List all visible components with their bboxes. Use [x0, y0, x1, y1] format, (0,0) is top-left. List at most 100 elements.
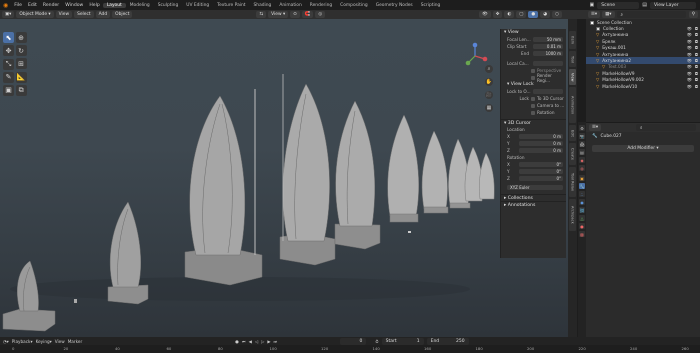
- camera-to-view-checkbox[interactable]: [531, 103, 535, 108]
- cursor-rot-y-field[interactable]: 0°: [519, 168, 563, 175]
- play-reverse-icon[interactable]: ◁: [255, 339, 258, 344]
- render-camera-icon[interactable]: ◘: [695, 32, 698, 37]
- tab-create[interactable]: Create: [569, 143, 576, 165]
- transform-orientation-icon[interactable]: ⇆: [256, 11, 267, 18]
- menu-help[interactable]: Help: [86, 3, 102, 8]
- step-back-icon[interactable]: ◀: [249, 339, 252, 344]
- 3d-cursor-header[interactable]: ▾ 3D Cursor: [501, 119, 566, 126]
- outliner-search-input[interactable]: ⌕: [616, 11, 686, 18]
- menu-file[interactable]: File: [11, 3, 25, 8]
- move-tool-icon[interactable]: ✥: [3, 45, 14, 56]
- extra-tool-icon[interactable]: ⧉: [15, 85, 27, 96]
- menu-keying[interactable]: Keying▾: [36, 339, 52, 344]
- eye-icon[interactable]: 👁: [687, 71, 692, 76]
- cursor-rot-z-field[interactable]: 0°: [519, 175, 563, 182]
- menu-view[interactable]: View: [55, 11, 73, 18]
- lock-cursor-checkbox[interactable]: [531, 96, 535, 101]
- render-camera-icon[interactable]: ◘: [695, 45, 698, 50]
- annotate-tool-icon[interactable]: ✎: [3, 71, 14, 83]
- step-forward-icon[interactable]: ▶: [267, 339, 270, 344]
- rotate-tool-icon[interactable]: ↻: [15, 45, 27, 56]
- zoom-icon[interactable]: ⌕: [485, 65, 493, 73]
- start-frame-field[interactable]: Start 1: [381, 337, 424, 345]
- stopwatch-icon[interactable]: ⏱: [375, 339, 378, 344]
- eye-icon[interactable]: 👁: [687, 39, 692, 44]
- menu-select[interactable]: Select: [74, 11, 94, 18]
- eye-icon[interactable]: 👁: [687, 58, 692, 63]
- filter-icon[interactable]: ⚲: [688, 11, 698, 18]
- workspace-tab-modeling[interactable]: Modeling: [126, 3, 154, 8]
- menu-add[interactable]: Add: [95, 11, 111, 18]
- tool-props-icon[interactable]: ⚙: [579, 125, 585, 131]
- timeline-ruler[interactable]: 0 20 40 60 80 100 120 140 160 180 200 220 240 260: [0, 345, 700, 353]
- cursor-loc-y-field[interactable]: 0 m: [519, 140, 563, 147]
- clip-start-field[interactable]: 0.01 m: [533, 43, 563, 50]
- lock-object-field[interactable]: [533, 88, 563, 95]
- render-camera-icon[interactable]: ◘: [695, 52, 698, 57]
- scene-field[interactable]: Scene: [597, 1, 640, 9]
- blender-logo-icon[interactable]: ◉: [0, 2, 11, 9]
- render-camera-icon[interactable]: ◘: [695, 26, 698, 31]
- add-modifier-button[interactable]: Add Modifier ▾: [592, 145, 694, 152]
- lock-cursor-row[interactable]: Lock To 3D Cursor: [501, 95, 566, 102]
- camera-to-view-row[interactable]: Camera to ...: [501, 102, 566, 109]
- workspace-tab-sculpting[interactable]: Sculpting: [154, 3, 183, 8]
- particles-props-icon[interactable]: ∴: [579, 191, 585, 197]
- pivot-icon[interactable]: ⊙: [290, 11, 300, 18]
- visibility-icon[interactable]: 👁: [479, 11, 491, 18]
- annotations-header[interactable]: ▸ Annotations: [501, 201, 566, 208]
- render-props-icon[interactable]: 📷: [579, 133, 585, 139]
- menu-object[interactable]: Object: [112, 11, 133, 18]
- menu-playback[interactable]: Playback▾: [12, 339, 33, 344]
- world-props-icon[interactable]: ◍: [579, 165, 585, 171]
- output-props-icon[interactable]: 🖨: [579, 141, 585, 147]
- snap-icon[interactable]: 🧲: [301, 11, 314, 18]
- eye-icon[interactable]: 👁: [687, 32, 692, 37]
- material-props-icon[interactable]: ●: [579, 223, 585, 229]
- current-frame-field[interactable]: 0: [340, 337, 367, 345]
- render-camera-icon[interactable]: ◘: [695, 77, 698, 82]
- render-camera-icon[interactable]: ◘: [695, 39, 698, 44]
- render-camera-icon[interactable]: ◘: [695, 84, 698, 89]
- xray-icon[interactable]: ▢: [516, 11, 527, 18]
- texture-props-icon[interactable]: ▩: [579, 231, 585, 237]
- editor-type-button[interactable]: ▣▾: [2, 11, 15, 18]
- cursor-loc-z-field[interactable]: 0 m: [519, 147, 563, 154]
- collections-header[interactable]: ▸ Collections: [501, 194, 566, 201]
- outliner-editor-icon[interactable]: ☰▾: [588, 11, 601, 18]
- data-props-icon[interactable]: △: [579, 215, 585, 221]
- rotation-mode-dropdown[interactable]: XYZ Euler: [507, 184, 563, 191]
- eye-icon[interactable]: 👁: [687, 77, 692, 82]
- lock-rotation-checkbox[interactable]: [531, 110, 535, 115]
- eye-icon[interactable]: 👁: [687, 84, 692, 89]
- render-region-row[interactable]: Render Regi...: [501, 73, 566, 83]
- workspace-tab-layout[interactable]: Layout: [102, 2, 126, 8]
- tab-animation[interactable]: Animation: [569, 87, 576, 123]
- tab-tool-relax[interactable]: Tool Relax: [569, 167, 576, 197]
- render-camera-icon[interactable]: ◘: [695, 71, 698, 76]
- menu-render[interactable]: Render: [40, 3, 62, 8]
- workspace-tab-texture-paint[interactable]: Texture Paint: [213, 3, 249, 8]
- lock-rotation-row[interactable]: Rotation: [501, 109, 566, 116]
- scene-props-icon[interactable]: ◆: [579, 157, 585, 163]
- perspective-checkbox[interactable]: [531, 68, 535, 73]
- focal-length-field[interactable]: 50 mm: [533, 36, 563, 43]
- workspace-tab-geometry-nodes[interactable]: Geometry Nodes: [372, 3, 417, 8]
- tab-archipack[interactable]: Archipack: [569, 199, 576, 231]
- object-props-icon[interactable]: ▣: [579, 175, 585, 181]
- menu-edit[interactable]: Edit: [25, 3, 40, 8]
- eye-icon[interactable]: 👁: [687, 26, 692, 31]
- constraints-props-icon[interactable]: ⛓: [579, 207, 585, 213]
- properties-editor-icon[interactable]: ☰▾: [589, 124, 602, 131]
- clip-end-field[interactable]: 1000 m: [533, 50, 563, 57]
- shading-rendered-icon[interactable]: ○: [552, 11, 562, 18]
- pan-icon[interactable]: ✋: [485, 78, 493, 86]
- eye-icon[interactable]: 👁: [687, 45, 692, 50]
- cursor-rot-x-field[interactable]: 0°: [519, 161, 563, 168]
- tab-view[interactable]: View: [569, 69, 576, 85]
- timeline-editor-icon[interactable]: ◔▾: [3, 339, 9, 344]
- jump-start-icon[interactable]: ⏮: [242, 339, 246, 344]
- eye-icon[interactable]: 👁: [687, 52, 692, 57]
- render-region-checkbox[interactable]: [531, 75, 535, 80]
- end-frame-field[interactable]: End 250: [426, 337, 469, 345]
